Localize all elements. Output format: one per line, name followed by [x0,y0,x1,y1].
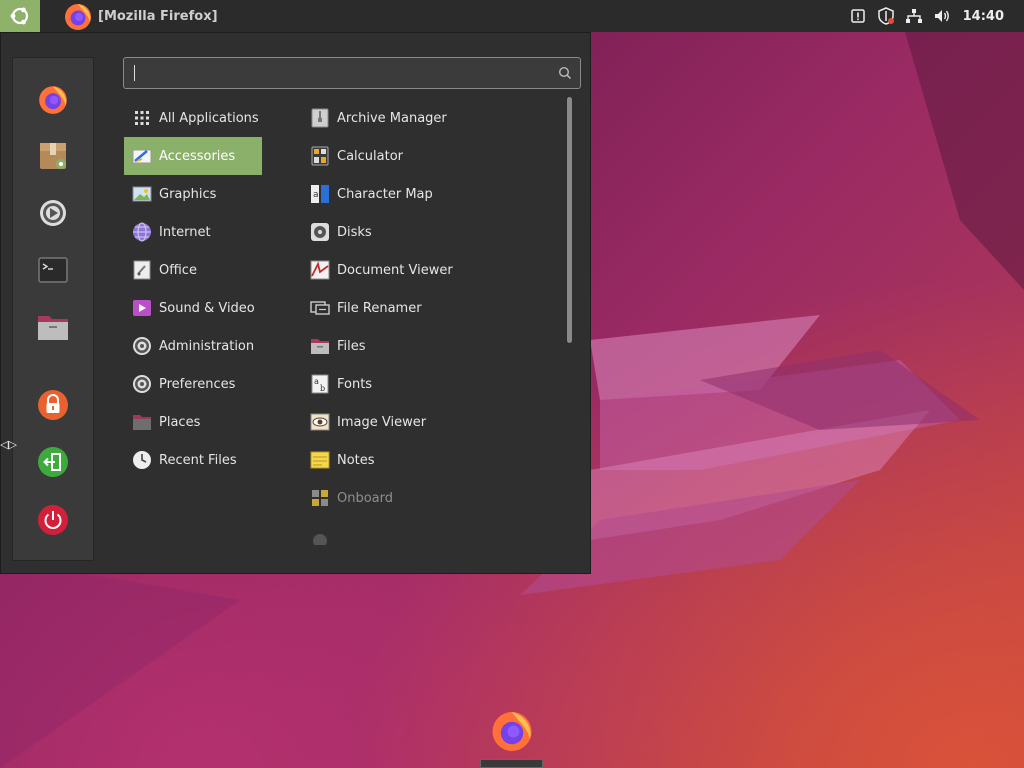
ubuntu-logo-icon [10,7,29,25]
dock [480,759,543,768]
volume-icon[interactable] [933,7,951,25]
favorite-logout[interactable] [35,444,71,480]
app-archive-manager[interactable]: Archive Manager [302,99,564,137]
favorite-firefox[interactable] [35,81,71,117]
category-places[interactable]: Places [124,403,262,441]
top-panel: [Mozilla Firefox] 14:40 [0,0,1024,32]
dock-firefox-icon[interactable] [488,706,536,754]
search-icon [558,66,572,80]
window-title: [Mozilla Firefox] [98,8,218,24]
taskbar-firefox[interactable]: [Mozilla Firefox] [62,0,218,32]
app-character-map[interactable]: a Character Map [302,175,564,213]
app-icon [310,526,330,546]
text-cursor [134,65,135,81]
folder-icon [132,412,152,432]
category-administration[interactable]: Administration [124,327,262,365]
settings-icon [40,200,66,226]
svg-text:b: b [320,384,325,393]
shield-icon[interactable] [877,7,895,25]
clock-icon [132,450,152,470]
character-map-icon: a [310,184,330,204]
app-file-renamer[interactable]: File Renamer [302,289,564,327]
globe-icon [132,222,152,242]
application-menu: All Applications Accessories Graphics In… [0,32,591,574]
administration-icon [132,336,152,356]
search-input[interactable] [123,57,581,89]
resize-handle-icon[interactable]: ◁▷ [0,438,17,451]
app-partial [302,517,564,555]
favorite-files[interactable] [35,309,71,345]
graphics-icon [132,184,152,204]
file-renamer-icon [310,298,330,318]
app-notes[interactable]: Notes [302,441,564,479]
app-files[interactable]: Files [302,327,564,365]
app-document-viewer[interactable]: Document Viewer [302,251,564,289]
category-graphics[interactable]: Graphics [124,175,262,213]
files-icon [38,316,68,340]
lock-screen-icon [38,390,68,420]
firefox-icon [65,4,91,30]
category-sound-video[interactable]: Sound & Video [124,289,262,327]
notes-icon [310,450,330,470]
favorite-lock[interactable] [35,387,71,423]
terminal-icon [38,257,68,283]
network-icon[interactable] [905,7,923,25]
category-accessories[interactable]: Accessories [124,137,262,175]
update-notifier-icon[interactable] [849,7,867,25]
category-preferences[interactable]: Preferences [124,365,262,403]
archive-icon [310,108,330,128]
category-all-applications[interactable]: All Applications [124,99,262,137]
favorite-settings[interactable] [35,195,71,231]
disk-icon [310,222,330,242]
svg-text:a: a [313,190,319,200]
media-icon [132,298,152,318]
category-recent-files[interactable]: Recent Files [124,441,262,479]
files-icon [310,336,330,356]
app-onboard[interactable]: Onboard [302,479,564,517]
firefox-icon [39,86,67,114]
favorite-power[interactable] [35,502,71,538]
office-icon [132,260,152,280]
preferences-icon [132,374,152,394]
image-viewer-icon [310,412,330,432]
system-tray: 14:40 [849,7,1024,25]
fonts-icon: ab [310,374,330,394]
grid-icon [132,108,152,128]
app-fonts[interactable]: ab Fonts [302,365,564,403]
app-disks[interactable]: Disks [302,213,564,251]
svg-text:a: a [314,377,319,386]
app-calculator[interactable]: Calculator [302,137,564,175]
favorite-software[interactable] [35,138,71,174]
category-internet[interactable]: Internet [124,213,262,251]
software-store-icon [40,143,66,169]
application-list: Archive Manager Calculator a Character M… [302,99,564,569]
keyboard-icon [310,488,330,508]
menu-button[interactable] [0,0,40,32]
clock[interactable]: 14:40 [963,9,1004,24]
document-viewer-icon [310,260,330,280]
logout-icon [38,447,68,477]
favorites-bar [12,57,94,561]
power-icon [38,505,68,535]
category-list: All Applications Accessories Graphics In… [124,99,262,479]
category-office[interactable]: Office [124,251,262,289]
app-list-scrollbar[interactable] [567,97,572,343]
accessories-icon [132,146,152,166]
calculator-icon [310,146,330,166]
app-image-viewer[interactable]: Image Viewer [302,403,564,441]
favorite-terminal[interactable] [35,252,71,288]
